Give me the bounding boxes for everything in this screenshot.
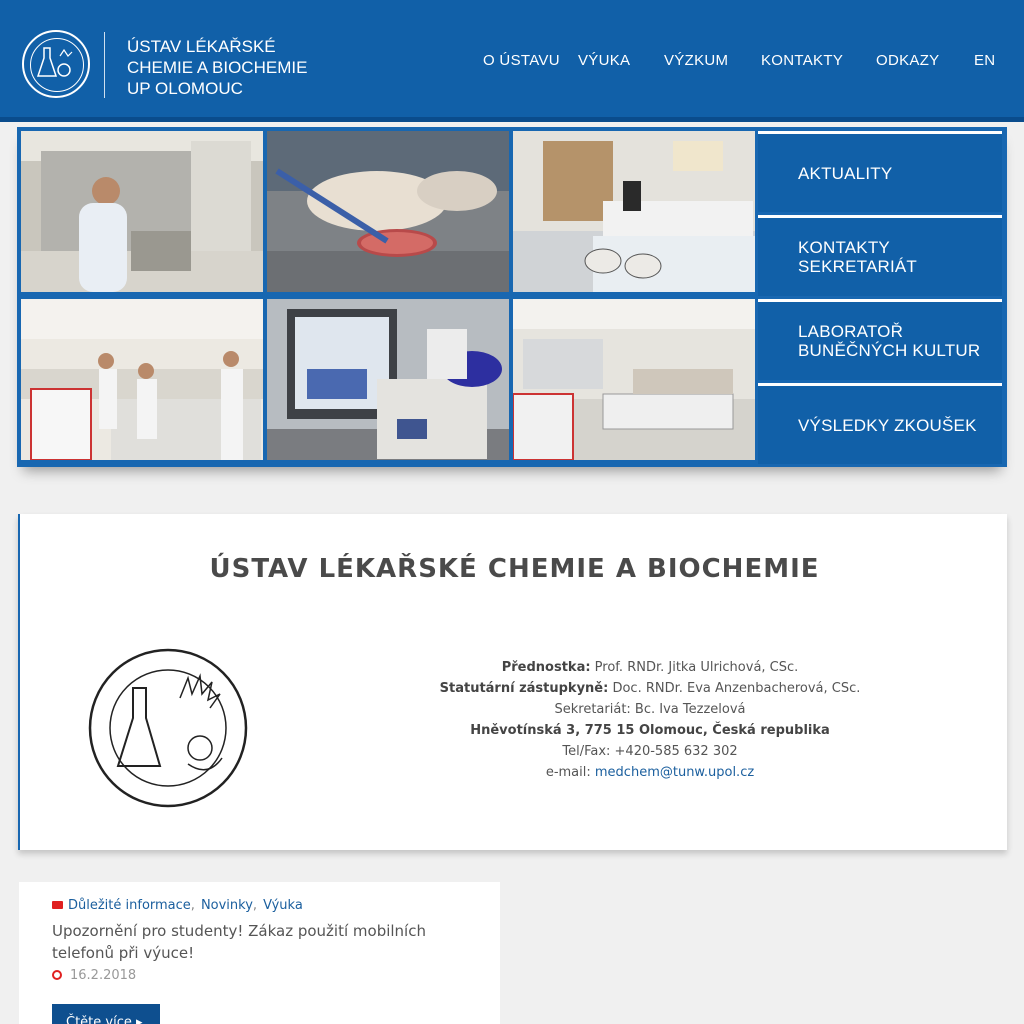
post-date-row: 16.2.2018 [52,968,136,983]
deputy-name: Doc. RNDr. Eva Anzenbacherová, CSc. [608,681,861,696]
post-date: 16.2.2018 [70,968,137,983]
news-card: Důležité informace, Novinky, Výuka Upozorn… [19,882,500,1024]
lab-photo-2 [267,131,509,292]
nav-o-ustavu[interactable]: O ÚSTAVU [483,52,560,69]
nav-kontakty[interactable]: KONTAKTY [761,52,843,69]
contact-details: Přednostka: Prof. RNDr. Jitka Ulrichová,… [400,657,900,783]
post-categories: Důležité informace, Novinky, Výuka [52,898,303,913]
category-link-dulezite[interactable]: Důležité informace [68,898,191,913]
nav-vyuka[interactable]: VÝUKA [578,52,630,69]
head-of-department: Přednostka: Prof. RNDr. Jitka Ulrichová,… [400,657,900,678]
email-row: e-mail: medchem@tunw.upol.cz [400,762,900,783]
email-link[interactable]: medchem@tunw.upol.cz [595,765,754,780]
phone: Tel/Fax: +420-585 632 302 [562,744,738,759]
secretary: Sekretariát: Bc. Iva Tezzelová [554,702,746,717]
quick-link-kontakty-sekretariat[interactable]: KONTAKTY SEKRETARIÁT [758,215,1002,296]
lab-photo-4 [21,299,263,460]
clock-icon [52,970,62,980]
address: Hněvotínská 3, 775 15 Olomouc, Česká rep… [400,720,900,741]
department-heading: ÚSTAV LÉKAŘSKÉ CHEMIE A BIOCHEMIE [209,554,820,584]
post-title[interactable]: Upozornění pro studenty! Zákaz použití m… [52,920,452,964]
lab-photo-1 [21,131,263,292]
site-header: ÚSTAV LÉKAŘSKÉ CHEMIE A BIOCHEMIE UP OLO… [0,0,1024,122]
department-info-panel: ÚSTAV LÉKAŘSKÉ CHEMIE A BIOCHEMIE Předno… [18,514,1007,850]
nav-odkazy[interactable]: ODKAZY [876,52,939,69]
nav-vyzkum[interactable]: VÝZKUM [664,52,728,69]
folder-icon [52,901,63,909]
quick-link-laborator-line-2: BUNĚČNÝCH KULTUR [798,341,981,360]
hero-banner: AKTUALITY KONTAKTY SEKRETARIÁT LABORATOŘ… [17,127,1007,467]
read-more-label: Čtěte více [66,1015,132,1024]
category-link-vyuka[interactable]: Výuka [263,898,303,913]
category-separator: , [190,898,195,913]
quick-link-aktuality[interactable]: AKTUALITY [758,131,1002,212]
deputy-label: Statutární zástupkyně: [439,681,609,696]
quick-link-kontakty-line-1: KONTAKTY [798,238,890,257]
quick-link-vysledky-label: VÝSLEDKY ZKOUŠEK [798,415,977,435]
deputy-head: Statutární zástupkyně: Doc. RNDr. Eva An… [400,678,900,699]
head-label: Přednostka: [501,660,591,675]
lab-photo-6 [513,299,755,460]
quick-link-vysledky-zkousek[interactable]: VÝSLEDKY ZKOUŠEK [758,383,1002,464]
quick-link-aktuality-label: AKTUALITY [798,163,893,183]
quick-link-kontakty-line-2: SEKRETARIÁT [798,257,918,276]
site-title-line-3: UP OLOMOUC [127,79,243,98]
nav-language-en[interactable]: EN [974,52,995,69]
category-separator: , [252,898,258,913]
chevron-right-icon: ▸ [136,1015,143,1024]
quick-link-laborator[interactable]: LABORATOŘ BUNĚČNÝCH KULTUR [758,299,1002,380]
email-label: e-mail: [545,765,595,780]
address-text: Hněvotínská 3, 775 15 Olomouc, Česká rep… [470,723,830,738]
quick-link-laborator-line-1: LABORATOŘ [798,322,904,341]
department-seal-icon [88,648,248,808]
lab-photo-5 [267,299,509,460]
main-nav: O ÚSTAVU VÝUKA VÝZKUM KONTAKTY ODKAZY EN [0,52,1024,72]
read-more-button[interactable]: Čtěte více ▸ [52,1004,160,1024]
lab-photo-3 [513,131,755,292]
head-name: Prof. RNDr. Jitka Ulrichová, CSc. [590,660,799,675]
category-link-novinky[interactable]: Novinky [201,898,253,913]
